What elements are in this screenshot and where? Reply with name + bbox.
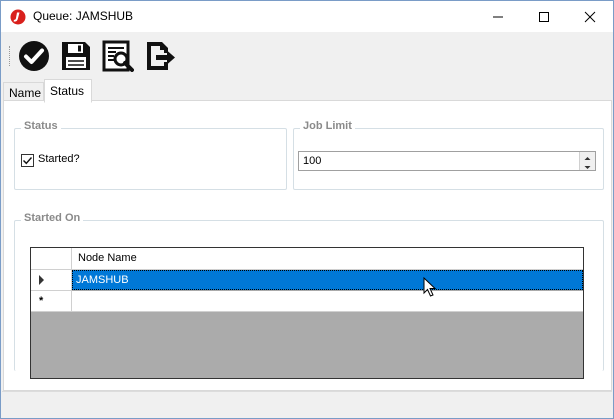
row-header[interactable] (31, 270, 72, 291)
minimize-icon (493, 16, 503, 18)
export-button[interactable] (141, 37, 179, 75)
app-window: Queue: JAMSHUB Name Status Status Starte… (0, 0, 614, 419)
job-limit-value[interactable]: 100 (303, 155, 321, 167)
checkmark-icon (19, 41, 49, 71)
save-button[interactable] (57, 37, 95, 75)
checkmark-icon (23, 157, 33, 165)
status-tab-panel: Status Started? Job Limit 100 Started On… (3, 100, 612, 391)
maximize-icon (539, 12, 549, 22)
arrow-down-icon (584, 166, 591, 169)
grid-header: Node Name (31, 248, 583, 270)
status-group: Status Started? (14, 120, 287, 190)
mouse-cursor-icon (423, 277, 437, 297)
new-row-header[interactable]: * (31, 291, 72, 312)
job-limit-group-title: Job Limit (300, 120, 355, 132)
started-on-group: Started On Node Name JAMSHUB * (14, 212, 604, 379)
started-checkbox-label[interactable]: Started? (38, 153, 80, 165)
maximize-button[interactable] (521, 1, 567, 32)
tab-name-label: Name (9, 86, 42, 100)
column-header-node-name[interactable]: Node Name (78, 252, 137, 264)
tab-status-label: Status (50, 84, 85, 98)
job-limit-stepper[interactable]: 100 (298, 151, 596, 171)
app-logo-icon (10, 9, 26, 25)
preview-button[interactable] (99, 37, 137, 75)
accept-button[interactable] (15, 37, 53, 75)
tab-status[interactable]: Status (44, 79, 92, 103)
spin-buttons (579, 152, 595, 170)
search-report-icon (102, 40, 134, 72)
close-icon (584, 11, 596, 23)
save-icon (62, 42, 90, 70)
tab-name[interactable]: Name (3, 82, 44, 102)
new-row-marker: * (39, 295, 44, 307)
started-on-group-title: Started On (21, 212, 84, 224)
export-icon (147, 42, 175, 70)
nodes-grid: Node Name JAMSHUB * (30, 247, 584, 379)
node-name-cell[interactable]: JAMSHUB (76, 274, 129, 286)
minimize-button[interactable] (475, 1, 521, 32)
toolbar-grip[interactable] (9, 46, 12, 66)
current-row-arrow-icon (39, 275, 44, 285)
close-button[interactable] (567, 1, 613, 32)
grid-corner[interactable] (31, 248, 72, 269)
title-bar: Queue: JAMSHUB (1, 1, 613, 32)
new-row-cell[interactable] (72, 291, 583, 312)
job-limit-group: Job Limit 100 (293, 120, 604, 190)
started-checkbox[interactable] (21, 154, 34, 167)
spin-down-button[interactable] (580, 161, 595, 170)
bottom-strip (2, 391, 612, 418)
window-title: Queue: JAMSHUB (33, 9, 134, 23)
status-group-title: Status (21, 120, 61, 132)
table-row[interactable]: JAMSHUB (72, 270, 583, 290)
toolbar (1, 32, 613, 80)
